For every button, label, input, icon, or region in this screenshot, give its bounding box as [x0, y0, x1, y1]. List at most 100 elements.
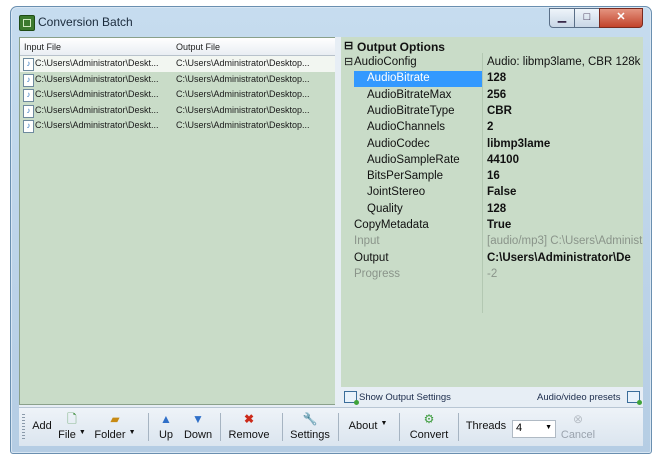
property-row[interactable]: Input [audio/mp3] C:\Users\Administ — [341, 234, 643, 250]
audio-file-icon: ♪ — [23, 73, 34, 87]
property-name: AudioConfig — [354, 56, 417, 68]
move-up-button[interactable]: ▲ Up — [155, 412, 177, 444]
property-name: AudioBitrateMax — [367, 88, 452, 101]
output-file-cell: C:\Users\Administrator\Desktop... — [176, 89, 310, 99]
property-value[interactable]: Audio: libmp3lame, CBR 128k — [487, 56, 643, 68]
title-bar[interactable]: Conversion Batch ▁ □ ✕ — [11, 7, 651, 35]
property-row[interactable]: ⊟ AudioConfig Audio: libmp3lame, CBR 128k — [341, 55, 643, 71]
move-down-button[interactable]: ▼ Down — [181, 412, 215, 444]
file-add-icon: 🗋 — [67, 412, 77, 426]
input-file-cell: C:\Users\Administrator\Deskt... — [35, 73, 159, 84]
convert-button[interactable]: ⚙ Convert — [405, 412, 453, 444]
column-input-file[interactable]: Input File — [24, 42, 61, 52]
column-output-file[interactable]: Output File — [176, 42, 220, 52]
collapse-icon[interactable]: ⊟ — [344, 39, 353, 52]
toolbar-grip[interactable] — [22, 414, 25, 440]
arrow-up-icon: ▲ — [160, 412, 172, 426]
about-button[interactable]: About ▼ — [343, 420, 393, 452]
presets-link[interactable]: Audio/video presets — [537, 392, 620, 403]
remove-label: Remove — [228, 429, 270, 441]
maximize-button[interactable]: □ — [574, 8, 600, 28]
property-row[interactable]: Progress -2 — [341, 267, 643, 283]
property-value[interactable]: [audio/mp3] C:\Users\Administ — [487, 235, 643, 247]
property-value[interactable]: C:\Users\Administrator\De — [487, 252, 643, 264]
output-file-cell: C:\Users\Administrator\Desktop... — [176, 58, 310, 68]
property-row[interactable]: AudioBitrate 128 — [341, 71, 643, 88]
property-row[interactable]: BitsPerSample 16 — [341, 169, 643, 185]
remove-button[interactable]: ✖ Remove — [225, 412, 273, 444]
property-row[interactable]: AudioBitrateType CBR — [341, 104, 643, 120]
audio-file-icon: ♪ — [23, 104, 34, 118]
output-file-cell: C:\Users\Administrator\Desktop... — [176, 120, 310, 130]
add-folder-label: Folder — [94, 429, 126, 441]
audio-file-icon: ♪ — [23, 120, 34, 133]
toolbar: Add 🗋 File ▼ ▰ Folder ▼ ▲ Up ▼ Down ✖ Re… — [19, 407, 643, 446]
settings-label: Settings — [290, 429, 330, 441]
app-icon — [19, 15, 35, 31]
property-value[interactable]: 16 — [487, 170, 643, 182]
property-value[interactable]: -2 — [487, 268, 643, 280]
property-row[interactable]: JointStereo False — [341, 185, 643, 201]
cancel-button[interactable]: ⊗ Cancel — [557, 412, 599, 444]
chevron-down-icon: ▼ — [545, 424, 552, 431]
input-file-cell: C:\Users\Administrator\Deskt... — [35, 104, 159, 115]
output-file-cell: C:\Users\Administrator\Desktop... — [176, 104, 310, 115]
add-folder-button[interactable]: ▰ Folder ▼ — [91, 412, 139, 444]
file-row[interactable]: ♪ C:\Users\Administrator\Deskt... C:\Users… — [20, 118, 335, 134]
property-row[interactable]: AudioBitrateMax 256 — [341, 88, 643, 104]
property-name: AudioChannels — [367, 121, 446, 134]
property-value[interactable]: 128 — [487, 203, 643, 215]
file-rows: ♪ C:\Users\Administrator\Deskt... C:\Users… — [20, 56, 335, 134]
property-name: JointStereo — [367, 186, 426, 199]
property-name: AudioBitrateType — [367, 104, 455, 117]
cancel-label: Cancel — [560, 429, 596, 441]
property-value[interactable]: 128 — [487, 72, 643, 84]
threads-label: Threads — [465, 420, 507, 432]
minimize-button[interactable]: ▁ — [549, 8, 575, 28]
file-row[interactable]: ♪ C:\Users\Administrator\Deskt... C:\Users… — [20, 56, 335, 72]
property-value[interactable]: CBR — [487, 105, 643, 117]
property-row[interactable]: Quality 128 — [341, 202, 643, 218]
threads-value: 4 — [516, 422, 523, 434]
file-row[interactable]: ♪ C:\Users\Administrator\Deskt... C:\Users… — [20, 72, 335, 88]
separator — [458, 413, 459, 441]
property-value[interactable]: True — [487, 219, 643, 231]
property-grid[interactable]: ⊟ Output Options ⊟ AudioConfig Audio: libm… — [341, 37, 643, 387]
property-name: Output — [354, 251, 389, 264]
move-down-label: Down — [183, 429, 213, 441]
client-area: Input File Output File ♪ C:\Users\Adminis… — [19, 37, 643, 446]
property-value[interactable]: 2 — [487, 121, 643, 133]
property-value[interactable]: libmp3lame — [487, 138, 643, 150]
file-row[interactable]: ♪ C:\Users\Administrator\Deskt... C:\Users… — [20, 87, 335, 103]
separator — [338, 413, 339, 441]
property-value[interactable]: 44100 — [487, 154, 643, 166]
audio-file-icon: ♪ — [23, 89, 34, 102]
property-name: AudioBitrate — [367, 72, 430, 85]
property-row[interactable]: Output C:\Users\Administrator\De — [341, 251, 643, 267]
threads-select[interactable]: 4 ▼ — [512, 420, 556, 438]
collapse-icon[interactable]: ⊟ — [344, 55, 353, 68]
file-row[interactable]: ♪ C:\Users\Administrator\Deskt... C:\Users… — [20, 103, 335, 119]
file-list[interactable]: Input File Output File ♪ C:\Users\Adminis… — [19, 37, 336, 405]
input-file-cell: C:\Users\Administrator\Deskt... — [35, 58, 159, 68]
separator — [148, 413, 149, 441]
property-row[interactable]: CopyMetadata True — [341, 218, 643, 234]
property-row[interactable]: AudioSampleRate 44100 — [341, 153, 643, 169]
file-list-header: Input File Output File — [20, 38, 335, 56]
property-row[interactable]: AudioCodec libmp3lame — [341, 137, 643, 153]
property-row[interactable]: AudioChannels 2 — [341, 120, 643, 136]
cancel-icon: ⊗ — [572, 412, 584, 426]
property-selection: AudioBitrate — [354, 71, 482, 88]
add-file-label: File — [58, 429, 76, 441]
add-file-button[interactable]: 🗋 File ▼ — [57, 412, 87, 444]
property-value[interactable]: 256 — [487, 89, 643, 101]
category-output-options[interactable]: ⊟ Output Options — [341, 39, 643, 55]
category-label: Output Options — [357, 40, 445, 54]
close-button[interactable]: ✕ — [599, 8, 643, 28]
conversion-batch-window: Conversion Batch ▁ □ ✕ Input File Output… — [10, 6, 652, 454]
presets-icon[interactable] — [627, 391, 642, 405]
property-value[interactable]: False — [487, 186, 643, 198]
property-name: CopyMetadata — [354, 219, 429, 231]
show-output-settings-link[interactable]: Show Output Settings — [359, 392, 451, 403]
settings-button[interactable]: 🔧 Settings — [287, 412, 333, 444]
